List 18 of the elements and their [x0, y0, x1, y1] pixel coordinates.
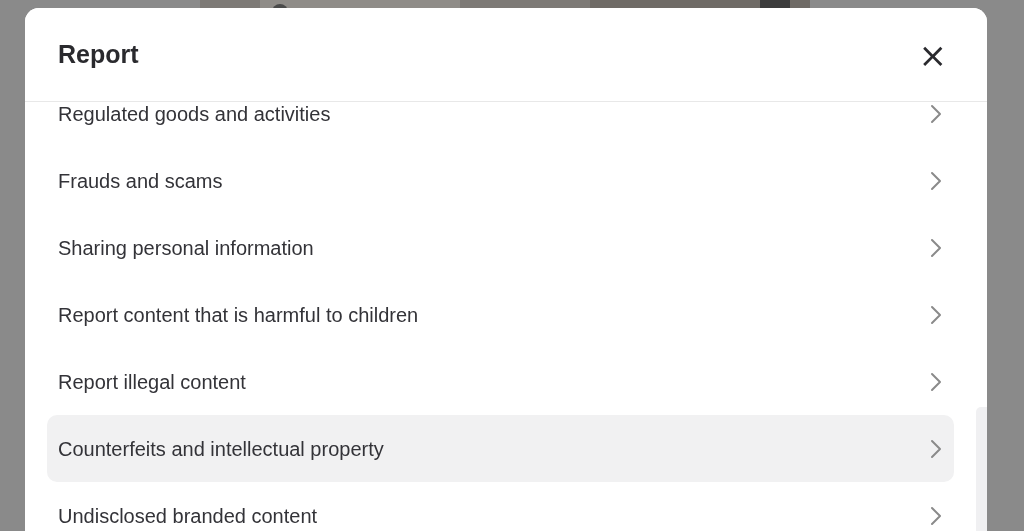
- menu-item-label: Frauds and scams: [58, 168, 223, 194]
- chevron-right-icon: [930, 505, 942, 526]
- menu-item-label: Report illegal content: [58, 369, 246, 395]
- menu-item-label: Report content that is harmful to children: [58, 302, 419, 328]
- menu-item-label: Undisclosed branded content: [58, 503, 318, 529]
- menu-item-label: Regulated goods and activities: [58, 102, 331, 127]
- dialog-title: Report: [58, 38, 139, 70]
- chevron-right-icon: [930, 170, 942, 191]
- menu-item-label: Counterfeits and intellectual property: [58, 436, 384, 462]
- chevron-right-icon: [930, 304, 942, 325]
- chevron-right-icon: [930, 371, 942, 392]
- scrollbar-thumb[interactable]: [976, 407, 987, 531]
- chevron-right-icon: [930, 438, 942, 459]
- close-button[interactable]: ×: [918, 37, 947, 72]
- menu-item[interactable]: Counterfeits and intellectual property: [47, 415, 954, 482]
- menu-item-label: Sharing personal information: [58, 235, 314, 261]
- chevron-right-icon: [930, 103, 942, 124]
- chevron-right-icon: [930, 237, 942, 258]
